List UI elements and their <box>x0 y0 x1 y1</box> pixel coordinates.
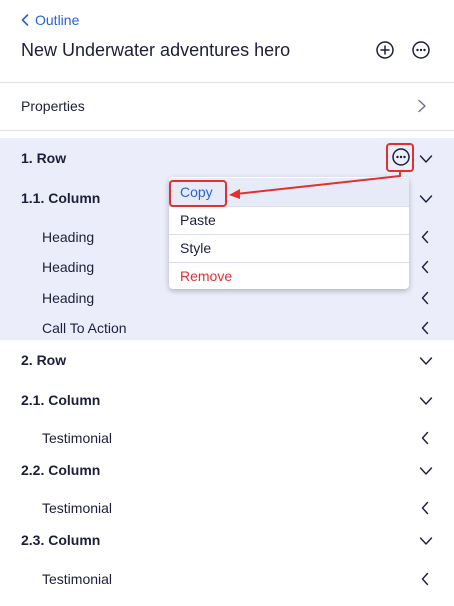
tree-row-label: 1. Row <box>21 150 67 166</box>
tree-row-label: 2.1. Column <box>21 392 101 408</box>
back-to-outline-link[interactable]: Outline <box>21 12 79 28</box>
chevron-left-icon[interactable] <box>421 501 429 515</box>
tree-row-2-2-column[interactable]: 2.2. Column <box>0 455 454 485</box>
chevron-left-icon[interactable] <box>421 572 429 586</box>
tree-row-label: 2.3. Column <box>21 532 101 548</box>
tree-row-label: 2.2. Column <box>21 462 101 478</box>
tree-item-label: Testimonial <box>42 430 113 446</box>
ellipsis-circle-icon <box>412 41 430 59</box>
tree-row-2-3-column[interactable]: 2.3. Column <box>0 525 454 555</box>
add-button[interactable] <box>375 40 395 60</box>
tree-item-label: Testimonial <box>42 571 113 587</box>
back-link-label: Outline <box>35 12 80 28</box>
more-options-button[interactable] <box>411 40 431 60</box>
tree-item-testimonial[interactable]: Testimonial <box>0 493 454 523</box>
chevron-left-icon[interactable] <box>421 260 429 274</box>
chevron-left-icon[interactable] <box>421 321 429 335</box>
tree-row-label: 1.1. Column <box>21 190 101 206</box>
tree-row-label: 2. Row <box>21 352 67 368</box>
chevron-down-icon[interactable] <box>419 466 433 476</box>
annotation-box <box>169 180 227 207</box>
menu-item-paste[interactable]: Paste <box>169 206 409 234</box>
tree-item-label: Heading <box>42 229 95 245</box>
properties-label: Properties <box>21 98 85 114</box>
page-title: New Underwater adventures hero <box>21 40 291 60</box>
tree-item-testimonial[interactable]: Testimonial <box>0 423 454 453</box>
tree-item-call-to-action[interactable]: Call To Action <box>0 313 454 343</box>
tree-row-2-row[interactable]: 2. Row <box>0 345 454 375</box>
tree-item-testimonial[interactable]: Testimonial <box>0 564 454 594</box>
chevron-down-icon[interactable] <box>419 536 433 546</box>
chevron-left-icon <box>21 14 29 26</box>
menu-item-label: Remove <box>180 268 233 284</box>
menu-item-style[interactable]: Style <box>169 234 409 262</box>
chevron-down-icon[interactable] <box>419 396 433 406</box>
plus-circle-icon <box>376 41 394 59</box>
tree-row-2-1-column[interactable]: 2.1. Column <box>0 385 454 415</box>
tree-item-label: Heading <box>42 259 95 275</box>
annotation-box <box>386 143 414 172</box>
menu-item-remove[interactable]: Remove <box>169 262 409 290</box>
tree-item-label: Heading <box>42 290 95 306</box>
chevron-down-icon[interactable] <box>419 356 433 366</box>
properties-row[interactable]: Properties <box>0 82 454 130</box>
menu-item-label: Paste <box>180 212 216 228</box>
tree-item-label: Testimonial <box>42 500 113 516</box>
chevron-left-icon[interactable] <box>421 431 429 445</box>
divider <box>0 130 454 131</box>
chevron-right-icon <box>418 99 426 113</box>
tree-item-label: Call To Action <box>42 320 127 336</box>
menu-item-label: Style <box>180 240 212 256</box>
chevron-down-icon[interactable] <box>419 194 433 204</box>
chevron-left-icon[interactable] <box>421 230 429 244</box>
chevron-down-icon[interactable] <box>419 154 433 164</box>
chevron-left-icon[interactable] <box>421 291 429 305</box>
